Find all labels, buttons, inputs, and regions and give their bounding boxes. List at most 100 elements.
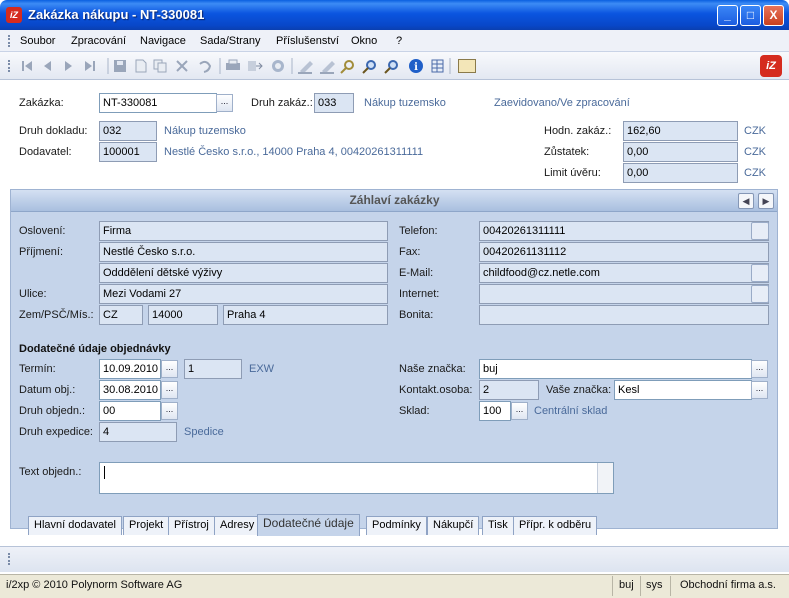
last-icon[interactable] xyxy=(85,61,95,71)
druh-zakaz-text: Nákup tuzemsko xyxy=(364,97,446,109)
termin-label: Termín: xyxy=(19,363,56,375)
menu-sada-strany[interactable]: Sada/Strany xyxy=(200,35,261,47)
menu-soubor[interactable]: Soubor xyxy=(20,35,55,47)
termin-lookup-button[interactable]: ... xyxy=(161,360,178,378)
bonita-field[interactable] xyxy=(479,305,769,325)
next-icon[interactable] xyxy=(65,61,72,71)
psc-field[interactable]: 14000 xyxy=(148,305,218,325)
zoom-icon[interactable] xyxy=(362,60,376,74)
vase-znacka-input[interactable]: Kesl xyxy=(614,380,752,400)
tab-pripr-k-odberu[interactable]: Přípr. k odběru xyxy=(513,516,598,535)
kontakt-field[interactable]: 2 xyxy=(479,380,539,400)
vase-znacka-lookup-button[interactable]: ... xyxy=(751,381,768,399)
print-icon[interactable] xyxy=(226,59,240,70)
menu-okno[interactable]: Okno xyxy=(351,35,377,47)
app-icon[interactable]: iZ xyxy=(6,7,22,23)
email-field[interactable]: childfood@cz.netle.com xyxy=(479,263,769,283)
send-email-icon[interactable] xyxy=(751,264,769,282)
status-db: sys xyxy=(646,579,663,591)
tab-podminky[interactable]: Podmínky xyxy=(366,516,427,535)
druh-obj-input[interactable]: 00 xyxy=(99,401,161,421)
edit-icon[interactable] xyxy=(298,61,313,74)
osloveni-field[interactable]: Firma xyxy=(99,221,388,241)
fax-field[interactable]: 00420261131112 xyxy=(479,242,769,262)
nase-znacka-input[interactable]: buj xyxy=(479,359,752,379)
zem-field[interactable]: CZ xyxy=(99,305,143,325)
druh-zakaz-label: Druh zakáz.: xyxy=(251,97,313,109)
druh-dokladu-code[interactable]: 032 xyxy=(99,121,157,141)
sklad-lookup-button[interactable]: ... xyxy=(511,402,528,420)
prijmeni2-field[interactable]: Odddělení dětské výživy xyxy=(99,263,388,283)
first-icon[interactable] xyxy=(22,61,32,71)
tab-dodatecne-udaje[interactable]: Dodatečné údaje xyxy=(257,514,360,536)
menu-prislusenstvi[interactable]: Příslušenství xyxy=(276,35,339,47)
tab-projekt[interactable]: Projekt xyxy=(123,516,170,535)
close-button[interactable]: X xyxy=(763,5,784,26)
zakazka-label: Zakázka: xyxy=(19,97,64,109)
bottom-toolbar xyxy=(0,546,789,572)
tab-nakupci[interactable]: Nákupčí xyxy=(427,516,480,535)
search-icon[interactable] xyxy=(340,60,354,74)
zustatek-label: Zůstatek: xyxy=(544,146,590,158)
export-icon[interactable] xyxy=(248,61,263,71)
tab-hlavni-dodavatel[interactable]: Hlavní dodavatel xyxy=(28,516,122,535)
section-title: Záhlaví zakázky xyxy=(349,193,440,207)
new-icon[interactable] xyxy=(135,59,147,73)
hodn-currency: CZK xyxy=(744,125,766,137)
section-next-icon[interactable]: ▶ xyxy=(758,193,774,209)
zakazka-input[interactable]: NT-330081 xyxy=(99,93,217,113)
refresh-icon[interactable] xyxy=(272,60,284,72)
dodavatel-label: Dodavatel: xyxy=(19,146,72,158)
menu-grip-icon[interactable] xyxy=(8,35,11,47)
open-web-icon[interactable] xyxy=(751,285,769,303)
dodavatel-code[interactable]: 100001 xyxy=(99,142,157,162)
save-icon[interactable] xyxy=(114,60,126,72)
tab-adresy[interactable]: Adresy xyxy=(214,516,261,535)
nase-znacka-lookup-button[interactable]: ... xyxy=(751,360,768,378)
phone-dial-icon[interactable] xyxy=(751,222,769,240)
termin-input[interactable]: 10.09.2010 xyxy=(99,359,161,379)
copy-icon[interactable] xyxy=(153,59,167,73)
toolbar-icons: i xyxy=(22,58,451,74)
edit2-icon[interactable] xyxy=(320,61,335,74)
zem-label: Zem/PSČ/Mís.: xyxy=(19,309,94,321)
ulice-field[interactable]: Mezi Vodami 27 xyxy=(99,284,388,304)
find-icon[interactable] xyxy=(384,60,398,74)
telefon-label: Telefon: xyxy=(399,225,438,237)
druh-obj-lookup-button[interactable]: ... xyxy=(161,402,178,420)
prijmeni-field[interactable]: Nestlé Česko s.r.o. xyxy=(99,242,388,262)
limit-currency: CZK xyxy=(744,167,766,179)
sklad-input[interactable]: 100 xyxy=(479,401,511,421)
fax-label: Fax: xyxy=(399,246,421,258)
telefon-field[interactable]: 00420261311111 xyxy=(479,221,769,241)
menu-navigace[interactable]: Navigace xyxy=(140,35,186,47)
section-prev-icon[interactable]: ◀ xyxy=(738,193,754,209)
textarea-scrollbar[interactable] xyxy=(597,463,613,493)
info-icon[interactable]: i xyxy=(409,59,423,73)
table-icon[interactable] xyxy=(431,59,444,73)
undo-icon[interactable] xyxy=(199,60,212,73)
zakazka-lookup-button[interactable]: ... xyxy=(216,94,233,112)
zustatek-currency: CZK xyxy=(744,146,766,158)
maximize-button[interactable]: □ xyxy=(740,5,761,26)
misto-field[interactable]: Praha 4 xyxy=(223,305,388,325)
tab-tisk[interactable]: Tisk xyxy=(482,516,514,535)
toolbar-grip-icon[interactable] xyxy=(8,60,11,72)
text-objedn-label: Text objedn.: xyxy=(19,466,82,478)
bottom-grip-icon[interactable] xyxy=(8,553,11,565)
datum-lookup-button[interactable]: ... xyxy=(161,381,178,399)
internet-field[interactable] xyxy=(479,284,769,304)
card-icon[interactable] xyxy=(458,59,476,73)
text-objedn-textarea[interactable] xyxy=(99,462,614,494)
druh-exp-field[interactable]: 4 xyxy=(99,422,177,442)
tab-pristroj[interactable]: Přístroj xyxy=(168,516,215,535)
druh-zakaz-code[interactable]: 033 xyxy=(314,93,354,113)
menu-help[interactable]: ? xyxy=(396,35,402,47)
datum-input[interactable]: 30.08.2010 xyxy=(99,380,161,400)
delete-icon[interactable] xyxy=(176,60,188,72)
minimize-button[interactable]: _ xyxy=(717,5,738,26)
prev-icon[interactable] xyxy=(44,61,51,71)
termin-number-field[interactable]: 1 xyxy=(184,359,242,379)
menu-zpracovani[interactable]: Zpracování xyxy=(71,35,126,47)
status-separator xyxy=(670,576,671,596)
